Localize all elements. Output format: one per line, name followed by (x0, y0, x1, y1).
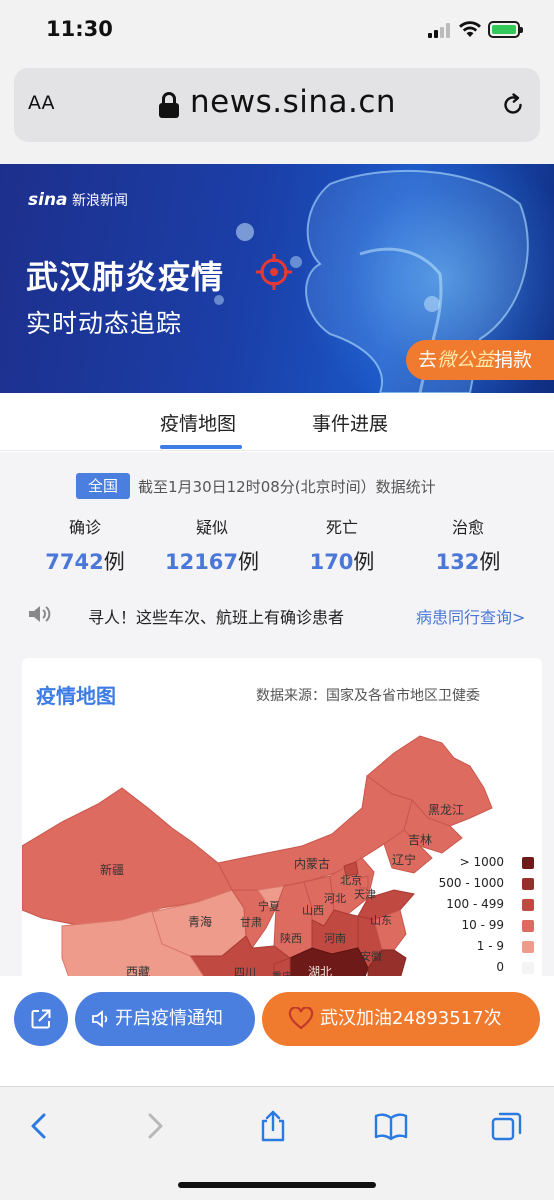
updated-time: 截至1月30日12时08分(北京时间）数据统计 (138, 478, 436, 496)
map-label: 河北 (324, 892, 346, 905)
legend-swatch (522, 941, 534, 953)
tab-event-progress[interactable]: 事件进展 (312, 409, 388, 436)
map-label: 辽宁 (392, 852, 416, 867)
stat-recovered: 治愈 132例 (408, 514, 528, 576)
active-tab-indicator (160, 445, 242, 449)
status-bar: 11:30 (0, 0, 554, 58)
tabs-icon[interactable] (490, 1109, 524, 1143)
notify-label: 开启疫情通知 (115, 1008, 223, 1029)
map-label: 山东 (370, 914, 392, 927)
stat-confirmed: 确诊 7742例 (25, 514, 145, 576)
stat-value: 7742 (45, 550, 104, 574)
url-text[interactable]: news.sina.cn (190, 84, 396, 120)
stat-suspected: 疑似 12167例 (152, 514, 272, 576)
stats-section: 全国 截至1月30日12时08分(北京时间）数据统计 确诊 7742例 疑似 1… (0, 452, 554, 986)
map-label: 吉林 (408, 833, 432, 847)
map-title: 疫情地图 (36, 684, 116, 708)
stat-unit: 例 (238, 550, 260, 574)
notice-text[interactable]: 寻人！这些车次、航班上有确诊患者 (88, 604, 344, 628)
map-label: 北京 (340, 873, 362, 887)
legend-label: 0 (496, 960, 504, 974)
legend-swatch (522, 899, 534, 911)
map-label: 甘肃 (240, 916, 262, 929)
legend-item: 500 - 1000 (434, 875, 534, 896)
stat-label: 疑似 (195, 518, 228, 537)
back-icon[interactable] (22, 1109, 56, 1143)
cheer-wuhan-button[interactable]: 武汉加油24893517次 (262, 992, 540, 1046)
map-label: 陕西 (280, 931, 302, 945)
heart-icon (288, 1007, 314, 1030)
target-icon (256, 254, 292, 290)
banner-subtitle: 实时动态追踪 (26, 309, 183, 338)
region-inner-mongolia (217, 775, 413, 891)
map-data-source: 数据来源：国家及各省市地区卫健委 (256, 688, 480, 704)
stat-label: 治愈 (451, 518, 484, 537)
notice-row[interactable]: 寻人！这些车次、航班上有确诊患者 病患同行查询> (0, 592, 554, 636)
legend-swatch (522, 962, 534, 974)
status-time: 11:30 (46, 17, 113, 41)
legend-item: 100 - 499 (434, 896, 534, 917)
epidemic-map-card: 黑龙江 吉林 辽宁 内蒙古 北京 天津 河北 山西 山东 宁夏 甘肃 陕西 河南… (22, 658, 542, 986)
lock-icon (159, 92, 179, 118)
cellular-signal-icon (428, 22, 454, 38)
stat-unit: 例 (479, 550, 501, 574)
legend-label: 100 - 499 (446, 897, 504, 911)
map-label: 黑龙江 (428, 803, 464, 817)
speaker-icon (29, 606, 51, 622)
legend-swatch (522, 878, 534, 890)
map-label: 天津 (354, 888, 376, 901)
scope-badge[interactable]: 全国 (76, 473, 130, 499)
address-bar[interactable]: AA news.sina.cn (14, 68, 540, 142)
enable-notifications-button[interactable]: 开启疫情通知 (75, 992, 255, 1046)
legend-label: 1 - 9 (476, 939, 504, 953)
legend-item: 10 - 99 (434, 917, 534, 938)
stat-value: 12167 (164, 550, 239, 574)
donate-button[interactable]: 去微公益捐款 (406, 340, 554, 380)
action-bar: 开启疫情通知 武汉加油24893517次 (0, 976, 554, 1086)
bookmarks-icon[interactable] (374, 1109, 408, 1143)
external-share-icon (31, 1009, 51, 1029)
banner-title: 武汉肺炎疫情 (26, 258, 225, 296)
wifi-icon (459, 21, 481, 37)
share-icon[interactable] (256, 1109, 290, 1143)
legend-item: > 1000 (434, 854, 534, 875)
home-indicator (178, 1182, 376, 1188)
stat-deaths: 死亡 170例 (282, 514, 402, 576)
stat-unit: 例 (353, 550, 375, 574)
map-label: 宁夏 (258, 899, 280, 913)
reload-icon[interactable] (500, 92, 526, 118)
map-legend: > 1000 500 - 1000 100 - 499 10 - 99 1 - … (434, 854, 534, 980)
stat-label: 确诊 (68, 518, 101, 537)
epidemic-banner[interactable]: sina 新浪新闻 武汉肺炎疫情 实时动态追踪 去微公益捐款 (0, 164, 554, 393)
legend-label: 500 - 1000 (438, 876, 504, 890)
battery-icon (488, 21, 523, 38)
legend-label: 10 - 99 (461, 918, 505, 932)
map-label: 青海 (188, 914, 212, 929)
tab-epidemic-map[interactable]: 疫情地图 (160, 409, 236, 436)
legend-swatch (522, 920, 534, 932)
stat-unit: 例 (103, 550, 125, 574)
speaker-icon (92, 1010, 108, 1028)
legend-label: > 1000 (459, 855, 504, 869)
sina-logo: sina 新浪新闻 (28, 190, 128, 210)
stat-value: 170 (309, 550, 354, 574)
reader-text-size-button[interactable]: AA (28, 92, 55, 114)
forward-icon[interactable] (138, 1109, 172, 1143)
map-label: 山西 (302, 904, 324, 917)
stat-value: 132 (435, 550, 480, 574)
share-page-button[interactable] (14, 992, 68, 1046)
legend-item: 1 - 9 (434, 938, 534, 959)
tab-bar: 疫情地图 事件进展 (0, 393, 554, 451)
stat-label: 死亡 (325, 518, 358, 537)
patient-travel-lookup-link[interactable]: 病患同行查询> (416, 604, 525, 628)
map-label: 新疆 (100, 862, 124, 877)
cheer-label: 武汉加油24893517次 (320, 1008, 502, 1029)
map-label: 安徽 (360, 949, 382, 963)
map-label: 内蒙古 (294, 856, 330, 871)
legend-swatch (522, 857, 534, 869)
map-label: 河南 (324, 932, 346, 945)
browser-chrome: AA news.sina.cn (0, 58, 554, 164)
